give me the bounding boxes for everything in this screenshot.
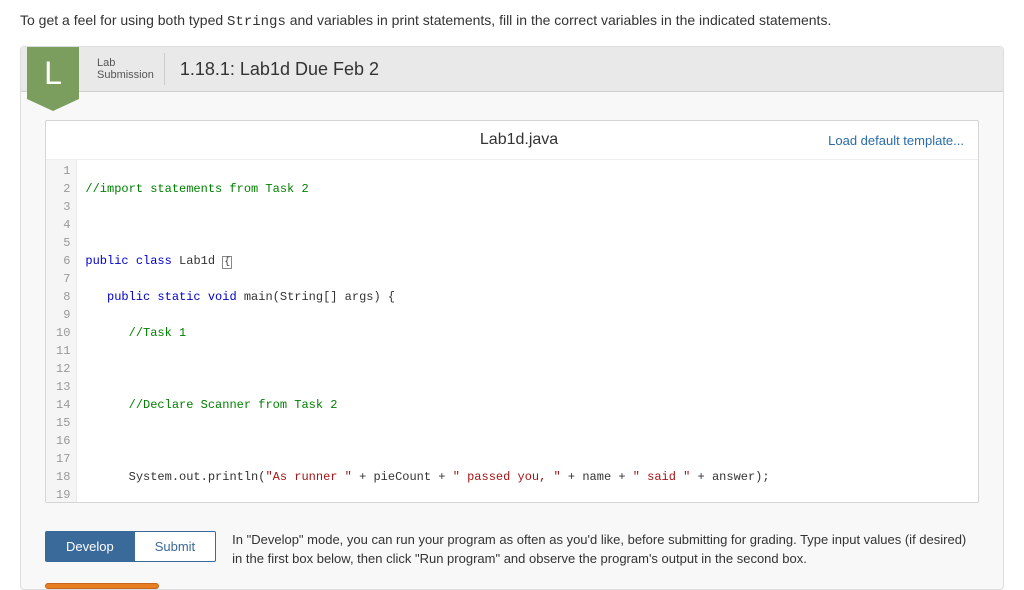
instruction-prefix: To get a feel for using both typed (20, 12, 227, 28)
lab-meta: Lab Submission (87, 53, 165, 85)
code-ident: main(String (244, 290, 323, 304)
filename: Lab1d.java (210, 131, 828, 149)
code-comment: //Declare Scanner from Task 2 (129, 398, 338, 412)
code-kw: void (208, 290, 237, 304)
bottom-row: Develop Submit In "Develop" mode, you ca… (21, 513, 1003, 573)
line-number: 19 (56, 486, 70, 502)
line-number: 12 (56, 360, 70, 378)
line-number: 7 (56, 270, 70, 288)
line-number: 10 (56, 324, 70, 342)
code-comment: //Task 1 (129, 326, 187, 340)
code-body[interactable]: //import statements from Task 2 public c… (77, 160, 769, 502)
line-number: 8 (56, 288, 70, 306)
editor-panel: Lab1d.java Load default template... 1 2 … (45, 120, 979, 503)
lab-badge: L (27, 47, 79, 99)
line-number: 4 (56, 216, 70, 234)
line-number: 6 (56, 252, 70, 270)
line-number: 18 (56, 468, 70, 486)
editor-head: Lab1d.java Load default template... (46, 121, 978, 160)
instruction-code: Strings (227, 14, 286, 30)
load-template-link[interactable]: Load default template... (828, 133, 964, 148)
line-number: 13 (56, 378, 70, 396)
code-string: "As runner " (265, 470, 351, 484)
code-ident: args) { (337, 290, 395, 304)
code-brace: { (222, 256, 232, 269)
line-number: 11 (56, 342, 70, 360)
instruction-suffix: and variables in print statements, fill … (286, 12, 832, 28)
lab-container: L Lab Submission 1.18.1: Lab1d Due Feb 2… (20, 46, 1004, 590)
lab-header: L Lab Submission 1.18.1: Lab1d Due Feb 2 (21, 47, 1003, 92)
line-number: 2 (56, 180, 70, 198)
code-kw: public (85, 254, 128, 268)
run-button-partial[interactable] (45, 583, 159, 589)
mode-tabs: Develop Submit (45, 531, 216, 562)
code-op: + pieCount + (352, 470, 453, 484)
code-op: + answer); (690, 470, 769, 484)
badge-letter: L (44, 55, 62, 92)
code-call: System.out.println( (129, 470, 266, 484)
code-ident: Lab1d (179, 254, 215, 268)
line-number: 9 (56, 306, 70, 324)
line-number: 1 (56, 162, 70, 180)
code-kw: public static (107, 290, 201, 304)
tab-submit[interactable]: Submit (134, 531, 216, 562)
lab-title: 1.18.1: Lab1d Due Feb 2 (165, 59, 379, 80)
lab-meta-bottom: Submission (97, 69, 154, 81)
instruction-text: To get a feel for using both typed Strin… (0, 0, 1024, 46)
tab-develop[interactable]: Develop (45, 531, 134, 562)
code-kw: class (136, 254, 172, 268)
code-op: + name + (561, 470, 633, 484)
code-comment: //import statements from Task 2 (85, 182, 308, 196)
line-number: 3 (56, 198, 70, 216)
mode-hint: In "Develop" mode, you can run your prog… (232, 531, 979, 569)
line-number: 5 (56, 234, 70, 252)
code-string: " said " (633, 470, 691, 484)
line-gutter: 1 2 3 4 5 6 7 8 9 10 11 12 13 14 15 16 1… (46, 160, 77, 502)
lab-meta-top: Lab (97, 57, 154, 69)
line-number: 14 (56, 396, 70, 414)
code-editor[interactable]: 1 2 3 4 5 6 7 8 9 10 11 12 13 14 15 16 1… (46, 160, 978, 502)
code-ident: [] (323, 290, 337, 304)
code-string: " passed you, " (453, 470, 561, 484)
line-number: 15 (56, 414, 70, 432)
line-number: 16 (56, 432, 70, 450)
line-number: 17 (56, 450, 70, 468)
